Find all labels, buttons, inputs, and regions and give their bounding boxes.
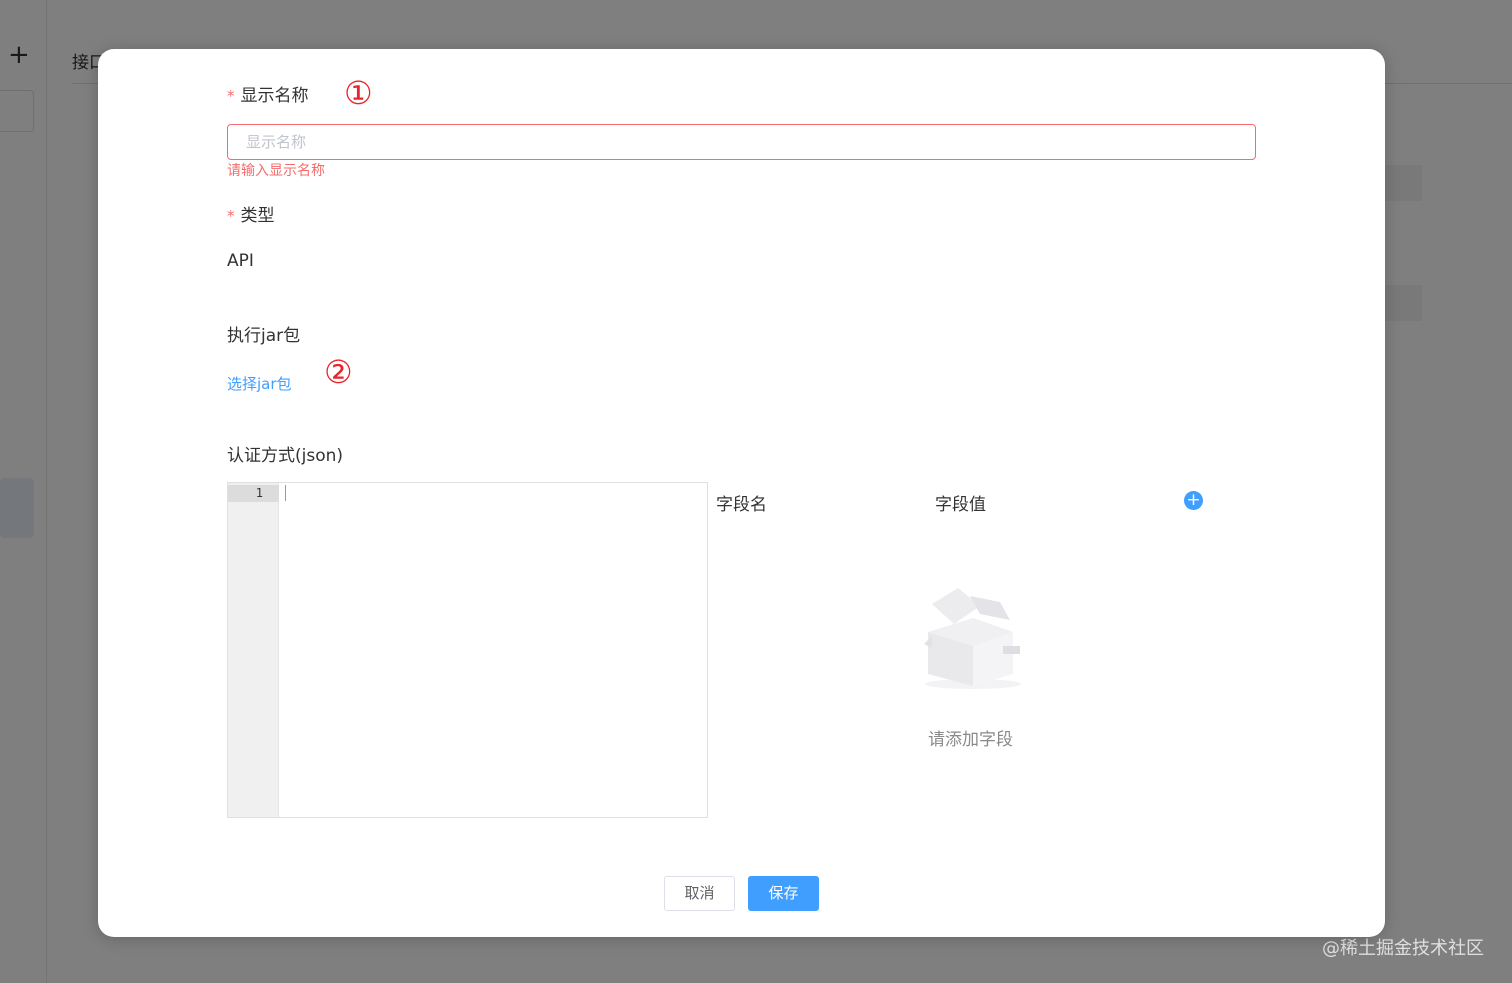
field-value-header: 字段值 <box>935 495 986 515</box>
display-name-error: 请输入显示名称 <box>227 163 325 179</box>
annotation-marker-1: ① <box>344 74 373 112</box>
plus-circle-icon: + <box>1186 490 1201 510</box>
jar-label: 执行jar包 <box>227 326 301 346</box>
add-field-button[interactable]: + <box>1184 491 1203 510</box>
annotation-marker-2: ② <box>324 353 353 391</box>
field-name-header: 字段名 <box>716 495 767 515</box>
type-value: API <box>227 251 254 271</box>
display-name-input[interactable] <box>227 124 1256 160</box>
empty-fields-text: 请添加字段 <box>928 730 1013 750</box>
edit-dialog: *显示名称 ① 请输入显示名称 *类型 API 执行jar包 选择jar包 ② … <box>98 49 1385 937</box>
editor-gutter: 1 <box>228 483 279 817</box>
select-jar-link[interactable]: 选择jar包 <box>227 373 292 394</box>
text-cursor <box>285 485 286 501</box>
display-name-label-row: * 显示名称 <box>227 81 309 106</box>
json-code-editor[interactable]: 1 <box>227 482 708 818</box>
save-button[interactable]: 保存 <box>748 876 819 911</box>
type-label: 类型 <box>240 206 275 226</box>
empty-box-icon <box>924 588 1021 689</box>
line-number: 1 <box>255 486 263 500</box>
type-label-row: * 类型 <box>227 201 275 226</box>
cancel-button[interactable]: 取消 <box>664 876 735 911</box>
required-mark: * <box>227 87 235 105</box>
auth-json-label: 认证方式(json) <box>227 446 344 466</box>
display-name-label: 显示名称 <box>240 86 309 106</box>
watermark: @稀土掘金技术社区 <box>1322 938 1484 959</box>
required-mark: * <box>227 207 235 225</box>
